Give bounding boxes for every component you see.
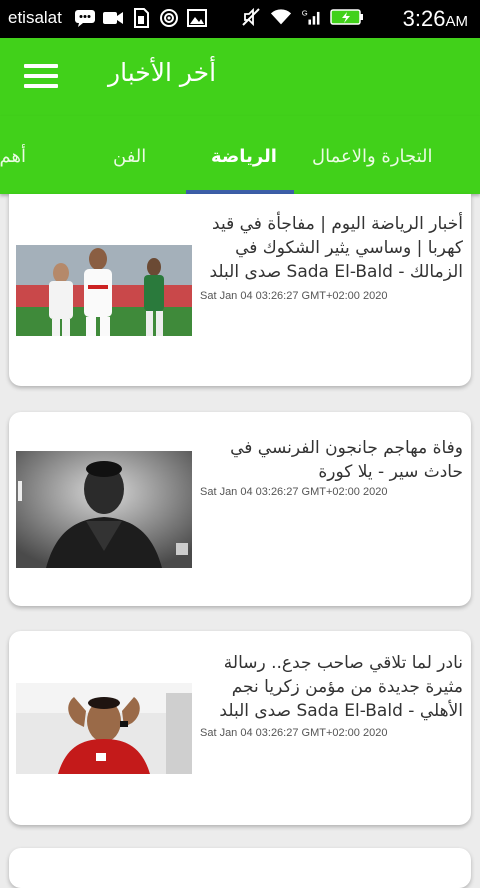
notification-icons xyxy=(74,8,208,28)
article-thumbnail xyxy=(16,451,192,568)
signal-icon: G xyxy=(300,7,322,27)
article-date: Sat Jan 04 03:26:27 GMT+02:00 2020 xyxy=(200,290,388,302)
carrier-name: etisalat xyxy=(8,8,62,27)
article-card[interactable]: أخبار الرياضة اليوم | مفاجأة في قيد كهرب… xyxy=(9,194,471,386)
article-title: وفاة مهاجم جانجون الفرنسي في حادث سير - … xyxy=(230,438,463,482)
battery-icon xyxy=(330,7,364,27)
video-icon xyxy=(102,8,124,28)
status-bar: etisalat G 3:26AM xyxy=(0,0,480,38)
article-thumbnail xyxy=(16,683,192,774)
chat-icon xyxy=(74,8,96,28)
article-thumbnail xyxy=(16,245,192,336)
mute-icon xyxy=(240,7,262,27)
clock: 3:26AM xyxy=(402,6,468,31)
hamburger-menu-icon[interactable] xyxy=(24,64,58,90)
tab-bar: التجارة والاعمال الرياضة الفن أهم الأخبا… xyxy=(0,116,480,194)
article-title: نادر لما تلاقي صاحب جدع.. رسالة مثيرة جد… xyxy=(219,653,463,721)
app-bar: أخر الأخبار xyxy=(0,38,480,116)
hotspot-icon xyxy=(158,8,180,28)
svg-text:G: G xyxy=(302,8,308,17)
tab-sports[interactable]: الرياضة xyxy=(211,146,277,167)
sim-icon xyxy=(130,8,152,28)
article-card[interactable]: وفاة مهاجم جانجون الفرنسي في حادث سير - … xyxy=(9,412,471,606)
article-card[interactable] xyxy=(9,848,471,888)
article-date: Sat Jan 04 03:26:27 GMT+02:00 2020 xyxy=(200,486,388,498)
article-date: Sat Jan 04 03:26:27 GMT+02:00 2020 xyxy=(200,727,388,739)
article-title: أخبار الرياضة اليوم | مفاجأة في قيد كهرب… xyxy=(209,214,463,282)
tab-top-news[interactable]: أهم الأخبار xyxy=(0,146,26,167)
page-title: أخر الأخبار xyxy=(108,58,217,87)
image-icon xyxy=(186,8,208,28)
system-icons: G xyxy=(240,7,364,27)
article-card[interactable]: نادر لما تلاقي صاحب جدع.. رسالة مثيرة جد… xyxy=(9,631,471,825)
tab-art[interactable]: الفن xyxy=(113,146,146,167)
tab-business[interactable]: التجارة والاعمال xyxy=(312,146,433,167)
wifi-icon xyxy=(270,7,292,27)
